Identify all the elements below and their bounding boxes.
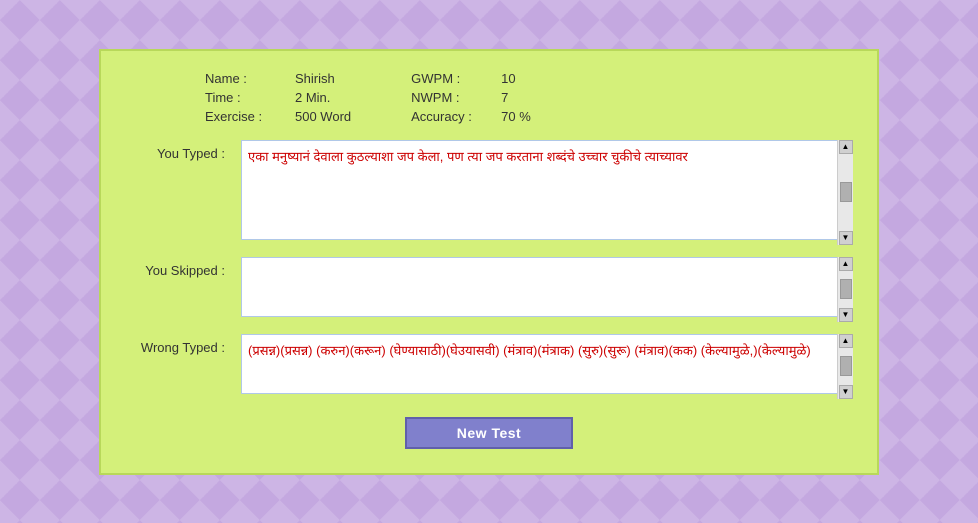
you-typed-wrapper: ▲ ▼ xyxy=(241,140,853,245)
you-typed-textarea[interactable] xyxy=(241,140,853,240)
main-panel: Name : Shirish Time : 2 Min. Exercise : … xyxy=(99,49,879,475)
stats-right: GWPM : 10 NWPM : 7 Accuracy : 70 % xyxy=(411,71,531,124)
stat-time-row: Time : 2 Min. xyxy=(205,90,351,105)
accuracy-value: 70 % xyxy=(501,109,531,124)
new-test-button[interactable]: New Test xyxy=(405,417,573,449)
stat-accuracy-row: Accuracy : 70 % xyxy=(411,109,531,124)
you-typed-scrollbar[interactable]: ▲ ▼ xyxy=(837,140,853,245)
name-label: Name : xyxy=(205,71,285,86)
stat-name-row: Name : Shirish xyxy=(205,71,351,86)
scroll-down-arrow[interactable]: ▼ xyxy=(839,231,853,245)
nwpm-value: 7 xyxy=(501,90,508,105)
stat-nwpm-row: NWPM : 7 xyxy=(411,90,531,105)
accuracy-label: Accuracy : xyxy=(411,109,491,124)
wrong-typed-textarea[interactable] xyxy=(241,334,853,394)
you-skipped-scrollbar[interactable]: ▲ ▼ xyxy=(837,257,853,322)
you-skipped-textarea[interactable] xyxy=(241,257,853,317)
exercise-value: 500 Word xyxy=(295,109,351,124)
button-row: New Test xyxy=(125,417,853,449)
exercise-label: Exercise : xyxy=(205,109,285,124)
you-skipped-label: You Skipped : xyxy=(125,257,225,278)
nwpm-label: NWPM : xyxy=(411,90,491,105)
stats-section: Name : Shirish Time : 2 Min. Exercise : … xyxy=(125,71,853,124)
stat-gwpm-row: GWPM : 10 xyxy=(411,71,531,86)
you-typed-row: You Typed : ▲ ▼ xyxy=(125,140,853,245)
content-section: You Typed : ▲ ▼ You Skipped : ▲ ▼ xyxy=(125,140,853,399)
wrong-typed-wrapper: ▲ ▼ xyxy=(241,334,853,399)
wrong-typed-label: Wrong Typed : xyxy=(125,334,225,355)
you-skipped-row: You Skipped : ▲ ▼ xyxy=(125,257,853,322)
name-value: Shirish xyxy=(295,71,335,86)
wrong-typed-scrollbar[interactable]: ▲ ▼ xyxy=(837,334,853,399)
scroll-thumb-wrong[interactable] xyxy=(840,356,852,376)
stats-left: Name : Shirish Time : 2 Min. Exercise : … xyxy=(205,71,351,124)
scroll-up-arrow[interactable]: ▲ xyxy=(839,140,853,154)
you-skipped-wrapper: ▲ ▼ xyxy=(241,257,853,322)
scroll-up-arrow-skip[interactable]: ▲ xyxy=(839,257,853,271)
scroll-up-arrow-wrong[interactable]: ▲ xyxy=(839,334,853,348)
scroll-thumb[interactable] xyxy=(840,182,852,202)
gwpm-value: 10 xyxy=(501,71,515,86)
gwpm-label: GWPM : xyxy=(411,71,491,86)
scroll-down-arrow-wrong[interactable]: ▼ xyxy=(839,385,853,399)
time-value: 2 Min. xyxy=(295,90,330,105)
you-typed-label: You Typed : xyxy=(125,140,225,161)
time-label: Time : xyxy=(205,90,285,105)
scroll-down-arrow-skip[interactable]: ▼ xyxy=(839,308,853,322)
stat-exercise-row: Exercise : 500 Word xyxy=(205,109,351,124)
wrong-typed-row: Wrong Typed : ▲ ▼ xyxy=(125,334,853,399)
scroll-thumb-skip[interactable] xyxy=(840,279,852,299)
